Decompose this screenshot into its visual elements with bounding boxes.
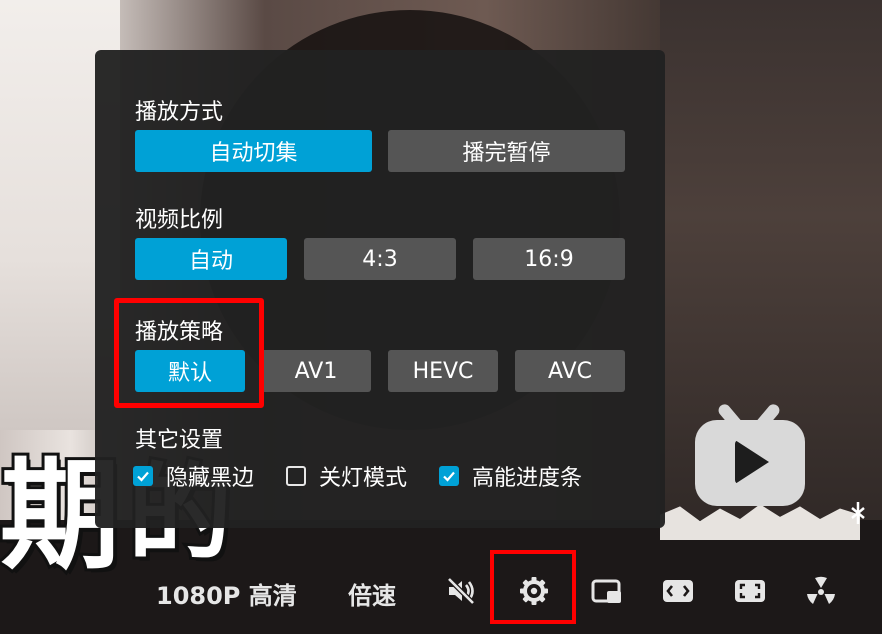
gear-highlight-box bbox=[490, 550, 576, 624]
other-settings-title: 其它设置 bbox=[135, 428, 224, 453]
checkbox-unchecked-icon bbox=[286, 466, 307, 486]
play-mode-pause-after-button[interactable]: 播完暂停 bbox=[388, 130, 625, 172]
other-settings-row: 隐藏黑边 关灯模式 高能进度条 bbox=[133, 460, 614, 492]
hide-black-bars-label: 隐藏黑边 bbox=[166, 466, 255, 491]
hide-black-bars-checkbox[interactable]: 隐藏黑边 bbox=[133, 460, 254, 492]
progress-cursor-icon[interactable] bbox=[848, 500, 868, 526]
aspect-ratio-auto-button[interactable]: 自动 bbox=[135, 238, 287, 280]
checkbox-checked-icon bbox=[133, 466, 153, 486]
lights-off-checkbox[interactable]: 关灯模式 bbox=[286, 460, 407, 492]
mute-icon[interactable] bbox=[440, 570, 482, 612]
play-mode-auto-next-button[interactable]: 自动切集 bbox=[135, 130, 372, 172]
play-mode-title: 播放方式 bbox=[135, 100, 224, 125]
highlight-progress-label: 高能进度条 bbox=[472, 466, 583, 491]
fullscreen-icon[interactable] bbox=[729, 570, 771, 612]
highlight-progress-checkbox[interactable]: 高能进度条 bbox=[439, 460, 582, 492]
aspect-ratio-title: 视频比例 bbox=[135, 208, 224, 233]
settings-panel: 播放方式 自动切集 播完暂停 视频比例 自动 4:3 16:9 播放策略 默认 … bbox=[95, 50, 665, 528]
pip-icon[interactable] bbox=[586, 570, 628, 612]
play-icon bbox=[735, 440, 769, 484]
speed-button[interactable]: 倍速 bbox=[348, 576, 396, 611]
aspect-ratio-16-9-button[interactable]: 16:9 bbox=[473, 238, 625, 280]
aspect-ratio-4-3-button[interactable]: 4:3 bbox=[304, 238, 456, 280]
player-control-bar: 1080P 高清 倍速 bbox=[0, 548, 882, 634]
play-strategy-avc-button[interactable]: AVC bbox=[515, 350, 625, 392]
play-strategy-hevc-button[interactable]: HEVC bbox=[388, 350, 498, 392]
play-strategy-highlight bbox=[114, 298, 264, 408]
tv-logo-icon bbox=[695, 401, 805, 507]
lights-off-label: 关灯模式 bbox=[319, 466, 408, 491]
play-strategy-av1-button[interactable]: AV1 bbox=[261, 350, 371, 392]
widescreen-icon[interactable] bbox=[657, 570, 699, 612]
radiation-icon[interactable] bbox=[800, 570, 842, 612]
checkbox-checked-icon bbox=[439, 466, 460, 486]
quality-button[interactable]: 1080P 高清 bbox=[156, 576, 297, 611]
